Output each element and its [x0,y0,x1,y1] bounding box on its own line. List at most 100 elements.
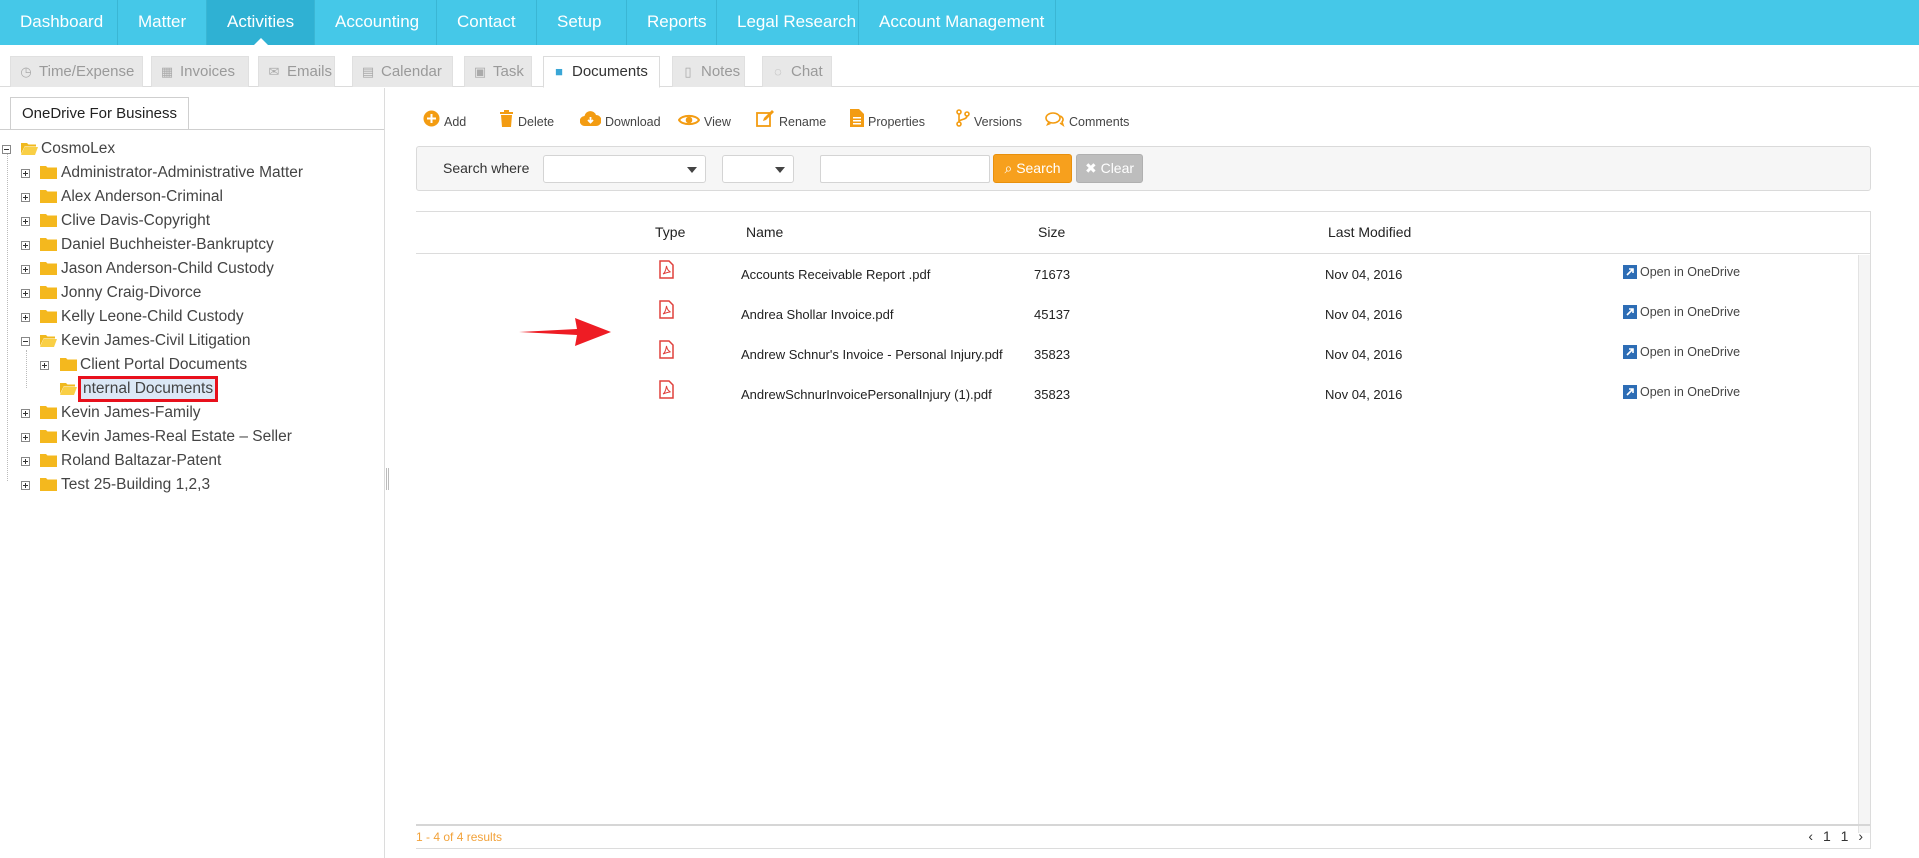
open-in-onedrive-link[interactable]: Open in OneDrive [1623,264,1740,280]
tab-onedrive-for-business[interactable]: OneDrive For Business [10,97,189,130]
properties-button[interactable]: Properties [850,106,925,138]
tree-node-root[interactable]: CosmoLex [0,138,300,160]
tree-node[interactable]: Kevin James-Family [0,402,370,424]
search-icon: ⌕ [1004,160,1013,176]
nav-dashboard[interactable]: Dashboard [0,0,118,45]
expand-toggle-icon[interactable] [21,313,30,322]
versions-button[interactable]: Versions [956,106,1022,138]
nav-activities[interactable]: Activities [207,0,315,45]
current-page-number[interactable]: 1 [1823,828,1831,844]
expand-toggle-icon[interactable] [40,361,49,370]
expand-toggle-icon[interactable] [21,481,30,490]
tree-node[interactable]: Administrator-Administrative Matter [0,162,370,184]
rename-button[interactable]: Rename [756,106,826,138]
file-name-cell[interactable]: Andrew Schnur's Invoice - Personal Injur… [741,347,1003,362]
tab-invoices[interactable]: ▦ Invoices [151,56,249,87]
search-button[interactable]: ⌕ Search [993,154,1072,183]
vertical-scrollbar[interactable] [1859,255,1870,833]
folder-open-icon [21,142,38,155]
nav-matter[interactable]: Matter [118,0,207,45]
pdf-file-icon [659,260,674,284]
previous-page-button[interactable]: ‹ [1808,828,1813,844]
view-label: View [704,115,731,129]
nav-legal-research[interactable]: Legal Research [717,0,859,45]
search-field-select[interactable] [543,155,706,183]
search-input[interactable] [820,155,990,183]
tree-node[interactable]: Jason Anderson-Child Custody [0,258,370,280]
view-button[interactable]: View [677,106,731,138]
tree-node[interactable]: Jonny Craig-Divorce [0,282,370,304]
search-operator-select[interactable] [722,155,794,183]
nav-account-management[interactable]: Account Management [859,0,1056,45]
tab-chat[interactable]: ◌ Chat [762,56,832,87]
tree-node[interactable]: Roland Baltazar-Patent [0,450,370,472]
folder-icon [40,454,57,467]
column-header-size[interactable]: Size [1038,224,1065,240]
pagination: ‹ 1 1 › [1805,828,1866,844]
column-header-last-modified[interactable]: Last Modified [1328,224,1411,240]
open-in-onedrive-link[interactable]: Open in OneDrive [1623,304,1740,320]
expand-toggle-icon[interactable] [21,433,30,442]
tree-node[interactable]: Test 25-Building 1,2,3 [0,474,370,496]
add-circle-icon [423,107,440,139]
expand-toggle-icon[interactable] [21,241,30,250]
nav-accounting[interactable]: Accounting [315,0,437,45]
table-row[interactable]: Accounts Receivable Report .pdf 71673 No… [416,255,1859,295]
tab-time-expense[interactable]: ◷ Time/Expense [10,56,143,87]
tree-node-expanded[interactable]: Kevin James-Civil Litigation [0,330,370,352]
collapse-toggle-icon[interactable] [21,337,30,346]
tree-node-selected[interactable]: nternal Documents [0,376,370,402]
tab-calendar[interactable]: ▤ Calendar [352,56,453,87]
download-button[interactable]: Download [579,106,661,138]
open-in-onedrive-link[interactable]: Open in OneDrive [1623,384,1740,400]
delete-button[interactable]: Delete [499,106,554,138]
nav-contact-label: Contact [457,12,516,31]
tree-node-child[interactable]: Client Portal Documents [0,354,370,376]
file-name-cell[interactable]: AndrewSchnurInvoicePersonalInjury (1).pd… [741,387,992,402]
tree-node[interactable]: Alex Anderson-Criminal [0,186,370,208]
clear-button[interactable]: ✖ Clear [1076,154,1143,183]
expand-toggle-icon[interactable] [21,289,30,298]
rename-label: Rename [779,115,827,129]
expand-toggle-icon[interactable] [21,193,30,202]
collapse-toggle-icon[interactable] [2,145,11,154]
last-modified-cell: Nov 04, 2016 [1325,347,1403,362]
next-page-button[interactable]: › [1858,828,1863,844]
expand-toggle-icon[interactable] [21,265,30,274]
panel-splitter-handle[interactable] [386,468,389,490]
nav-setup[interactable]: Setup [537,0,627,45]
nav-contact[interactable]: Contact [437,0,537,45]
expand-toggle-icon[interactable] [21,169,30,178]
folder-icon [60,358,77,371]
expand-toggle-icon[interactable] [21,217,30,226]
open-in-onedrive-link[interactable]: Open in OneDrive [1623,344,1740,360]
tab-emails[interactable]: ✉ Emails [258,56,335,87]
nav-reports[interactable]: Reports [627,0,717,45]
tree-node-label: Clive Davis-Copyright [61,212,211,229]
comments-button[interactable]: Comments [1045,106,1129,138]
file-name-cell[interactable]: Andrea Shollar Invoice.pdf [741,307,893,322]
properties-label: Properties [868,115,925,129]
expand-toggle-icon[interactable] [21,409,30,418]
table-row[interactable]: Andrew Schnur's Invoice - Personal Injur… [416,335,1859,375]
add-button[interactable]: Add [423,106,466,138]
nav-activities-label: Activities [227,12,295,31]
table-row[interactable]: AndrewSchnurInvoicePersonalInjury (1).pd… [416,375,1859,415]
column-header-name[interactable]: Name [746,224,783,240]
tab-documents[interactable]: ■ Documents [543,56,660,88]
tab-notes[interactable]: ▯ Notes [672,56,745,87]
tree-node[interactable]: Clive Davis-Copyright [0,210,370,232]
file-name-cell[interactable]: Accounts Receivable Report .pdf [741,267,930,282]
tree-node-label: Client Portal Documents [80,356,248,373]
comments-label: Comments [1069,115,1130,129]
tree-node[interactable]: Kevin James-Real Estate – Seller [0,426,370,448]
tree-node[interactable]: Daniel Buchheister-Bankruptcy [0,234,370,256]
grid-footer: 1 - 4 of 4 results ‹ 1 1 › [416,824,1870,848]
tab-task[interactable]: ▣ Task [464,56,532,87]
annotation-arrow-icon [519,318,611,351]
tree-node-label: Kevin James-Real Estate – Seller [61,428,292,445]
expand-toggle-icon[interactable] [21,457,30,466]
column-header-type[interactable]: Type [655,224,685,240]
table-row[interactable]: Andrea Shollar Invoice.pdf 45137 Nov 04,… [416,295,1859,335]
tree-node[interactable]: Kelly Leone-Child Custody [0,306,370,328]
